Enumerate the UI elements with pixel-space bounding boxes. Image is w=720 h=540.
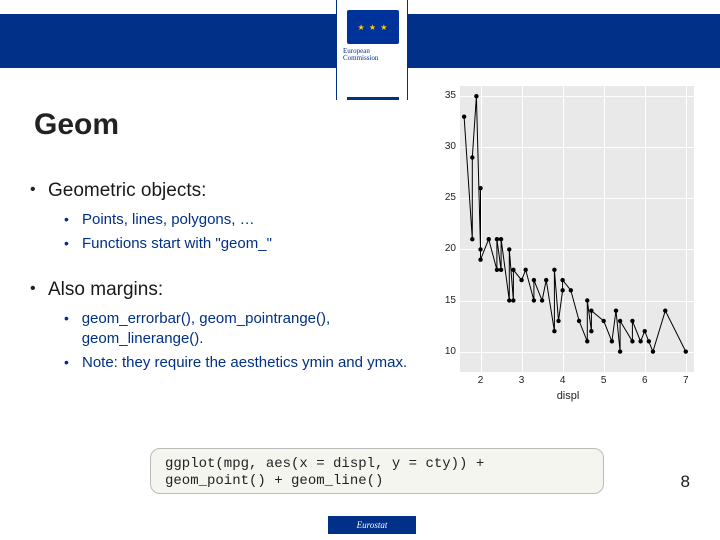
chart-xtick: 7 — [680, 375, 692, 386]
content-area: •Geometric objects: •Points, lines, poly… — [30, 180, 450, 397]
chart: displ 10 15 20 25 30 35 2 3 4 5 6 7 — [436, 76, 700, 404]
subbullet-text: geom_errorbar(), geom_pointrange(), geom… — [82, 309, 450, 350]
chart-ytick: 30 — [436, 141, 456, 152]
chart-ytick: 25 — [436, 192, 456, 203]
page-number: 8 — [681, 472, 690, 492]
bullet-icon: • — [30, 180, 48, 201]
code-box: ggplot(mpg, aes(x = displ, y = cty)) + g… — [150, 448, 604, 494]
chart-xtick: 4 — [557, 375, 569, 386]
logo-text-2: Commission — [343, 54, 378, 62]
chart-xtick: 6 — [639, 375, 651, 386]
bullet-label: Geometric objects: — [48, 180, 206, 202]
bullet-icon: • — [30, 279, 48, 300]
chart-xtick: 2 — [475, 375, 487, 386]
chart-ytick: 10 — [436, 346, 456, 357]
chart-svg — [460, 86, 694, 372]
eu-flag-icon: ★ ★ ★ — [347, 10, 399, 44]
bullet-label: Also margins: — [48, 279, 163, 301]
plot-area — [460, 86, 694, 372]
subbullet-icon: • — [64, 234, 82, 254]
chart-ytick: 35 — [436, 90, 456, 101]
subbullet-icon: • — [64, 309, 82, 329]
chart-ytick: 15 — [436, 295, 456, 306]
chart-ytick: 20 — [436, 243, 456, 254]
subbullet-text: Functions start with "geom_" — [82, 234, 272, 254]
subbullet-icon: • — [64, 210, 82, 230]
ec-logo: ★ ★ ★ EuropeanCommission — [336, 0, 408, 100]
slide-title: Geom — [34, 108, 119, 142]
subbullet-text: Note: they require the aesthetics ymin a… — [82, 353, 407, 373]
chart-xtick: 5 — [598, 375, 610, 386]
chart-xlabel: displ — [436, 390, 700, 402]
subbullet-text: Points, lines, polygons, … — [82, 210, 255, 230]
footer-label: Eurostat — [328, 516, 416, 534]
chart-xtick: 3 — [516, 375, 528, 386]
subbullet-icon: • — [64, 353, 82, 373]
